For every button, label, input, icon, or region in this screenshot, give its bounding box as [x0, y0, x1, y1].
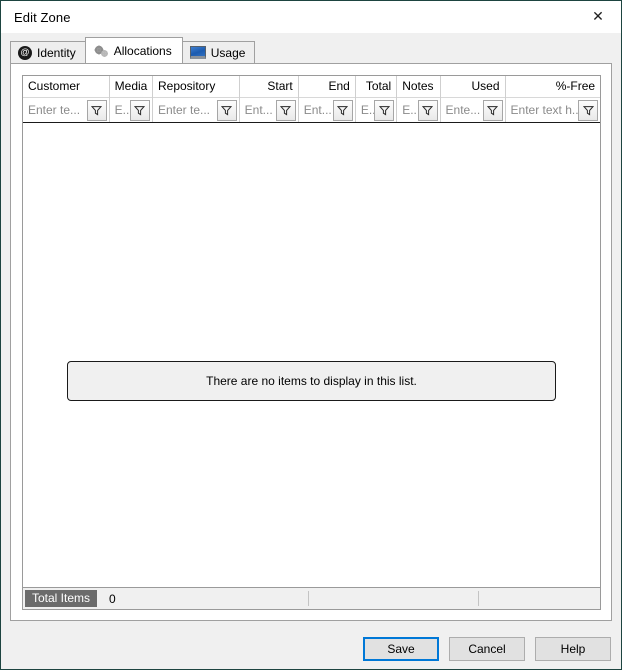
filter-input[interactable]: Ent... — [240, 99, 276, 121]
filter-button[interactable] — [275, 99, 296, 121]
grid-column-notes: Notes E.. — [397, 76, 441, 122]
grid-column-start: Start Ent... — [239, 76, 299, 122]
tab-strip: @ Identity Allocations Usage — [10, 37, 256, 63]
total-items-value: 0 — [109, 591, 116, 606]
column-header[interactable]: Repository — [153, 76, 239, 97]
grid-column-total: Total E.. — [355, 76, 398, 122]
window-title: Edit Zone — [14, 9, 71, 25]
column-filter-row: Enter text h... — [505, 97, 601, 122]
column-header[interactable]: Start — [240, 76, 298, 97]
grid-column-free: %-Free Enter text h... — [505, 76, 601, 122]
column-header[interactable]: Customer — [23, 76, 109, 97]
funnel-icon — [134, 105, 146, 116]
column-header[interactable]: Media — [110, 76, 152, 97]
funnel-icon — [280, 105, 292, 116]
cancel-button[interactable]: Cancel — [449, 637, 525, 661]
tab-usage[interactable]: Usage — [181, 41, 256, 63]
filter-input[interactable]: Ente... — [441, 99, 483, 121]
funnel-icon — [487, 105, 499, 116]
help-button[interactable]: Help — [535, 637, 611, 661]
column-filter-row: E.. — [397, 97, 440, 122]
empty-list-message: There are no items to display in this li… — [67, 361, 556, 401]
tab-usage-label: Usage — [210, 45, 246, 60]
monitor-icon — [189, 46, 206, 59]
grid-column-media: MediaE... — [109, 76, 153, 122]
filter-button[interactable] — [374, 99, 395, 121]
filter-button[interactable] — [482, 99, 503, 121]
filter-input[interactable]: E.. — [397, 99, 417, 121]
allocations-panel: CustomerEnter te...MediaE...RepositoryEn… — [10, 63, 612, 621]
funnel-icon — [91, 105, 103, 116]
filter-input[interactable]: Ent... — [299, 99, 333, 121]
column-header[interactable]: %-Free — [506, 76, 601, 97]
filter-button[interactable] — [216, 99, 237, 121]
filter-input[interactable]: E.. — [356, 99, 374, 121]
column-filter-row: Ent... — [298, 97, 355, 122]
filter-button[interactable] — [332, 99, 353, 121]
column-filter-row: Enter te... — [23, 97, 109, 122]
grid-header-row: CustomerEnter te...MediaE...RepositoryEn… — [23, 76, 601, 123]
status-separator-2 — [478, 591, 479, 606]
column-header[interactable]: End — [299, 76, 355, 97]
column-filter-row: Enter te... — [152, 97, 239, 122]
column-filter-row: Ent... — [239, 97, 298, 122]
funnel-icon — [221, 105, 233, 116]
grid-column-used: Used Ente... — [440, 76, 506, 122]
tab-allocations-label: Allocations — [113, 43, 172, 58]
dialog-body: @ Identity Allocations Usage Customer En… — [1, 33, 621, 629]
filter-input[interactable]: Enter te... — [23, 99, 87, 121]
title-bar: Edit Zone ✕ — [1, 1, 621, 33]
column-filter-row: E... — [109, 97, 152, 122]
empty-list-text: There are no items to display in this li… — [206, 374, 417, 388]
tab-identity[interactable]: @ Identity — [10, 41, 86, 63]
grid-column-repository: Repository Enter te... — [152, 76, 240, 122]
column-header[interactable]: Notes — [397, 76, 439, 97]
filter-input[interactable]: Enter te... — [153, 99, 217, 121]
tab-identity-label: Identity — [37, 45, 76, 60]
close-button[interactable]: ✕ — [575, 1, 621, 32]
filter-button[interactable] — [578, 99, 599, 121]
gears-icon — [94, 44, 109, 58]
filter-button[interactable] — [417, 99, 438, 121]
filter-button[interactable] — [129, 99, 150, 121]
status-separator-1 — [308, 591, 309, 606]
close-icon: ✕ — [592, 8, 604, 25]
tab-allocations[interactable]: Allocations — [84, 37, 183, 63]
allocations-grid: CustomerEnter te...MediaE...RepositoryEn… — [22, 75, 601, 610]
grid-canvas: There are no items to display in this li… — [23, 123, 600, 587]
total-items-label: Total Items — [25, 590, 98, 607]
filter-input[interactable]: Enter text h... — [506, 99, 579, 121]
grid-column-end: End Ent... — [298, 76, 356, 122]
edit-zone-dialog: Edit Zone ✕ @ Identity Allocations Usage… — [0, 0, 622, 670]
save-button[interactable]: Save — [363, 637, 439, 661]
filter-button[interactable] — [86, 99, 107, 121]
column-filter-row: Ente... — [440, 97, 505, 122]
funnel-icon — [422, 105, 434, 116]
grid-status-bar: Total Items 0 — [23, 587, 600, 609]
column-header[interactable]: Used — [441, 76, 505, 97]
funnel-icon — [378, 105, 390, 116]
funnel-icon — [582, 105, 594, 116]
at-sign-icon: @ — [18, 45, 32, 60]
column-filter-row: E.. — [355, 97, 397, 122]
funnel-icon — [337, 105, 349, 116]
column-header[interactable]: Total — [356, 76, 396, 97]
filter-input[interactable]: E... — [110, 99, 130, 121]
dialog-footer: Save Cancel Help — [1, 629, 621, 669]
grid-column-customer: Customer Enter te... — [23, 76, 110, 122]
